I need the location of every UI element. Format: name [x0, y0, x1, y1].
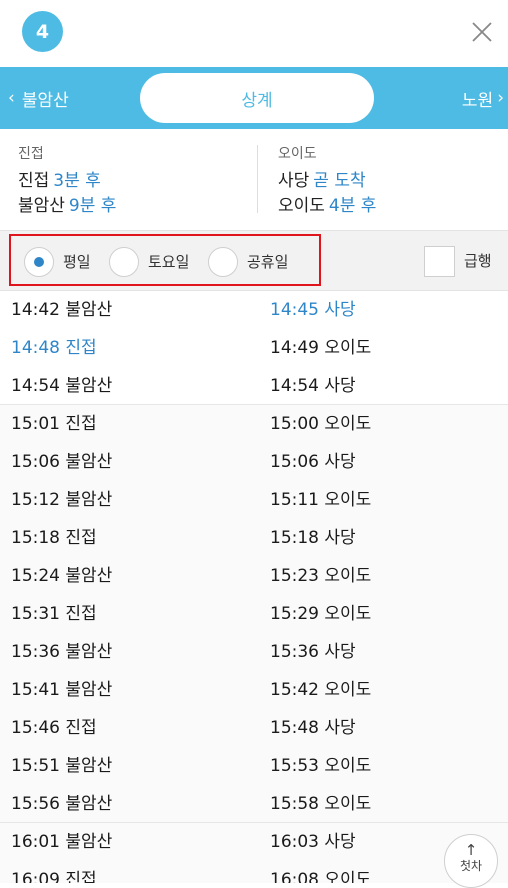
- arrival-time: 4분 후: [328, 196, 377, 216]
- departure-left: 15:46 진접: [11, 718, 97, 738]
- departure-left: 15:24 불암산: [11, 566, 113, 586]
- next-station-label: 노원: [461, 90, 494, 111]
- departure-right: 15:42 오이도: [270, 680, 372, 700]
- departure-left: 15:51 불암산: [11, 756, 113, 776]
- radio-selected-dot: [34, 257, 44, 267]
- chevron-right-icon: ›: [497, 88, 504, 108]
- weekday-radio[interactable]: [24, 247, 54, 277]
- departure-right: 15:11 오이도: [270, 490, 372, 510]
- current-station: 상계: [140, 73, 374, 123]
- holiday-label[interactable]: 공휴일: [247, 247, 288, 277]
- departure-left: 14:54 불암산: [11, 376, 113, 396]
- arrival-destination: 오이도: [278, 196, 325, 216]
- timetable-row: 14:42 불암산 14:45 사당: [0, 291, 508, 329]
- timetable-row: 15:41 불암산 15:42 오이도: [0, 671, 508, 709]
- departure-right: 15:23 오이도: [270, 566, 372, 586]
- chevron-left-icon: ‹: [8, 88, 15, 108]
- departure-left: 15:41 불암산: [11, 680, 113, 700]
- weekday-label[interactable]: 평일: [63, 247, 91, 277]
- departure-right: 15:53 오이도: [270, 756, 372, 776]
- arrival-divider: [257, 145, 258, 213]
- prev-station-button[interactable]: ‹ 불암산: [8, 67, 69, 129]
- arrival-time: 9분 후: [68, 196, 117, 216]
- departure-right: 15:29 오이도: [270, 604, 372, 624]
- timetable-row: 15:31 진접 15:29 오이도: [0, 595, 508, 633]
- arrival-destination: 진접: [18, 171, 50, 191]
- arrival-row: 진접 3분 후: [18, 169, 116, 194]
- departure-right: 15:36 사당: [270, 642, 356, 662]
- timetable-row: 14:48 진접 14:49 오이도: [0, 329, 508, 367]
- departure-right: 14:49 오이도: [270, 338, 372, 358]
- line-number-badge: 4: [22, 11, 63, 52]
- arrival-row: 불암산 9분 후: [18, 194, 116, 219]
- arrival-row: 오이도 4분 후: [278, 194, 376, 219]
- arrival-right-column: 오이도 사당 곧 도착 오이도 4분 후: [278, 143, 376, 219]
- departure-left: 15:06 불암산: [11, 452, 113, 472]
- departure-left: 16:09 진접: [11, 870, 97, 883]
- departure-left: 16:01 불암산: [11, 832, 113, 852]
- departure-right: 14:54 사당: [270, 376, 356, 396]
- departure-right: 14:45 사당: [270, 300, 356, 320]
- timetable-row: 15:46 진접 15:48 사당: [0, 709, 508, 747]
- arrival-time: 곧 도착: [313, 171, 366, 191]
- departure-right: 16:03 사당: [270, 832, 356, 852]
- departure-right: 15:58 오이도: [270, 794, 372, 814]
- timetable-row: 15:01 진접 15:00 오이도: [0, 405, 508, 443]
- departure-right: 15:06 사당: [270, 452, 356, 472]
- departure-left: 15:36 불암산: [11, 642, 113, 662]
- top-bar: 4: [0, 0, 508, 67]
- departure-right: 15:00 오이도: [270, 414, 372, 434]
- departure-right: 15:48 사당: [270, 718, 356, 738]
- saturday-radio[interactable]: [109, 247, 139, 277]
- timetable-row: 15:36 불암산 15:36 사당: [0, 633, 508, 671]
- timetable-row: 15:24 불암산 15:23 오이도: [0, 557, 508, 595]
- prev-station-label: 불암산: [21, 90, 69, 111]
- timetable-row: 15:56 불암산 15:58 오이도: [0, 785, 508, 823]
- departure-left: 14:48 진접: [11, 338, 97, 358]
- timetable-list[interactable]: 14:42 불암산 14:45 사당 14:48 진접 14:49 오이도 14:54 …: [0, 291, 508, 883]
- arrow-up-icon: ↑: [464, 841, 478, 859]
- departure-right: 16:08 오이도: [270, 870, 372, 883]
- arrival-destination: 사당: [278, 171, 310, 191]
- scroll-to-first-train-button[interactable]: ↑ 첫차: [444, 834, 498, 888]
- timetable-row: 15:18 진접 15:18 사당: [0, 519, 508, 557]
- day-filter-bar: 평일 토요일 공휴일 급행: [0, 230, 508, 291]
- express-checkbox[interactable]: [424, 246, 455, 277]
- timetable-row: 16:01 불암산 16:03 사당: [0, 823, 508, 861]
- arrival-row: 사당 곧 도착: [278, 169, 376, 194]
- arrival-destination: 불암산: [18, 196, 65, 216]
- departure-left: 15:31 진접: [11, 604, 97, 624]
- saturday-label[interactable]: 토요일: [148, 247, 189, 277]
- next-station-button[interactable]: 노원 ›: [462, 67, 504, 129]
- departure-left: 15:18 진접: [11, 528, 97, 548]
- timetable-row: 16:09 진접 16:08 오이도: [0, 861, 508, 883]
- station-bar: ‹ 불암산 상계 노원 ›: [0, 67, 508, 129]
- departure-right: 15:18 사당: [270, 528, 356, 548]
- departure-left: 14:42 불암산: [11, 300, 113, 320]
- arrival-left-column: 진접 진접 3분 후 불암산 9분 후: [18, 143, 116, 219]
- hour-separator: [0, 822, 508, 823]
- holiday-radio[interactable]: [208, 247, 238, 277]
- express-label[interactable]: 급행: [464, 246, 492, 277]
- hour-separator: [0, 404, 508, 405]
- arrival-info: 진접 진접 3분 후 불암산 9분 후 오이도 사당 곧 도착 오이도 4분 후: [0, 129, 508, 230]
- departure-left: 15:56 불암산: [11, 794, 113, 814]
- first-train-label: 첫차: [459, 859, 483, 873]
- close-icon[interactable]: [469, 19, 495, 45]
- direction-label: 오이도: [278, 146, 317, 162]
- arrival-time: 3분 후: [53, 171, 101, 191]
- timetable-row: 14:54 불암산 14:54 사당: [0, 367, 508, 405]
- timetable-row: 15:06 불암산 15:06 사당: [0, 443, 508, 481]
- departure-left: 15:01 진접: [11, 414, 97, 434]
- timetable-row: 15:12 불암산 15:11 오이도: [0, 481, 508, 519]
- direction-label: 진접: [18, 146, 44, 162]
- departure-left: 15:12 불암산: [11, 490, 113, 510]
- timetable-row: 15:51 불암산 15:53 오이도: [0, 747, 508, 785]
